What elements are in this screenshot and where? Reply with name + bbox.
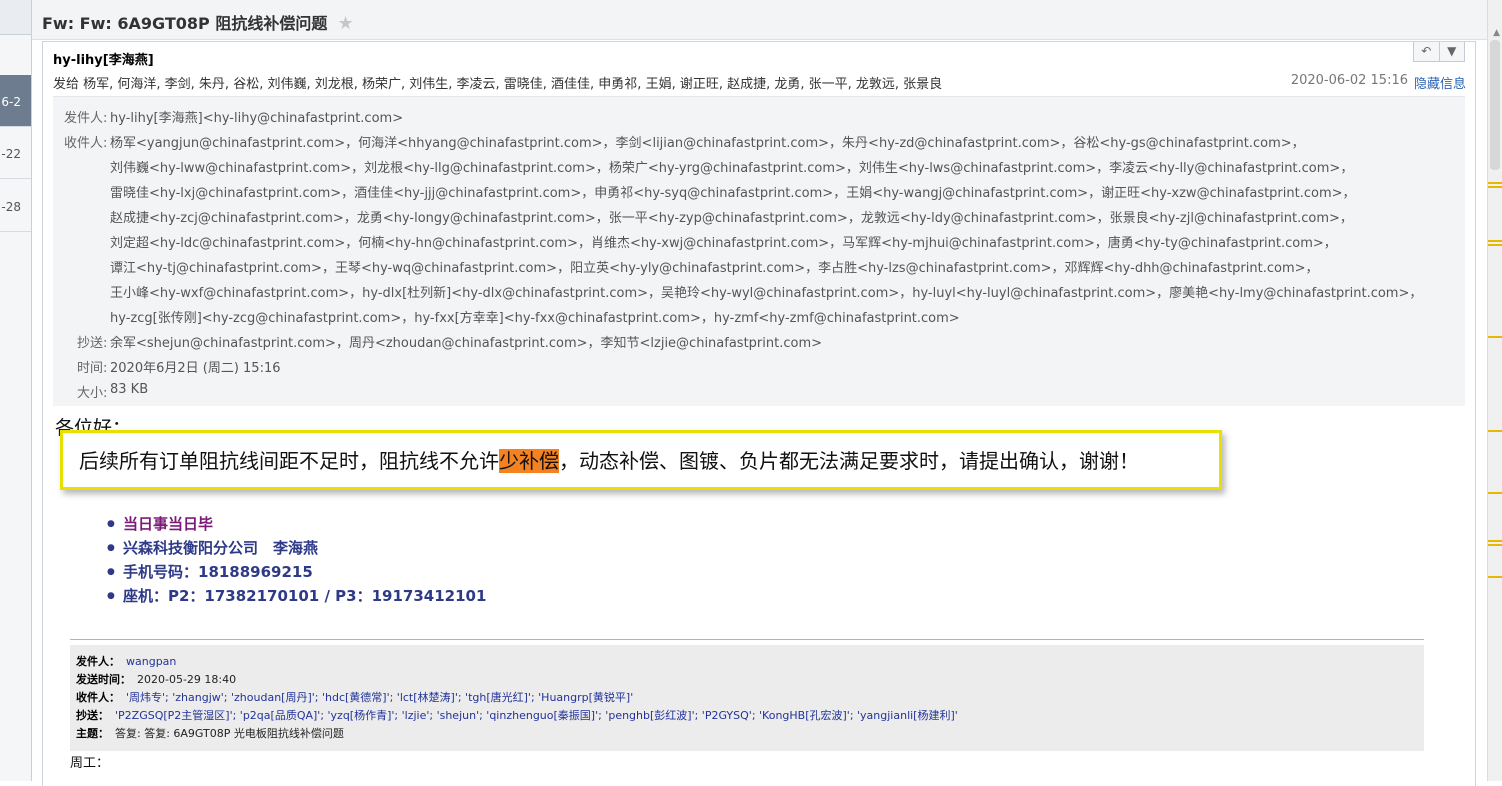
search-hit-marker — [1488, 576, 1502, 578]
notice-box: 后续所有订单阻抗线间距不足时，阻抗线不允许少补偿，动态补偿、图镀、负片都无法满足… — [60, 430, 1222, 490]
message-view: ↶ ▼ hy-lihy[李海燕] 发给 杨军, 何海洋, 李剑, 朱丹, 谷松,… — [42, 41, 1476, 786]
quoted-from-label: 发件人： — [76, 655, 120, 668]
list-item-date: -28 — [1, 200, 21, 214]
size-value: 83 KB — [110, 382, 149, 397]
chevron-down-icon[interactable]: ▼ — [1440, 42, 1465, 61]
quoted-cc-row: 抄送： 'P2ZGSQ[P2主管湿区]'; 'p2qa[品质QA]'; 'yzq[… — [76, 707, 1424, 725]
quoted-subject-label: 主题： — [76, 727, 109, 740]
email-details-panel: 发件人: hy-lihy[李海燕]<hy-lihy@chinafastprint… — [53, 96, 1465, 406]
quoted-cc-value[interactable]: 'P2ZGSQ[P2主管湿区]'; 'p2qa[品质QA]'; 'yzq[杨作青… — [115, 709, 958, 722]
scroll-thumb[interactable] — [1490, 40, 1500, 170]
time-label: 时间: — [77, 361, 108, 376]
list-item-date: 6-2 — [1, 95, 21, 109]
quoted-subject-row: 主题： 答复: 答复: 6A9GT08P 光电板阻抗线补偿问题 — [76, 725, 1424, 743]
sender-name[interactable]: hy-lihy[李海燕] — [53, 49, 154, 68]
search-hit-marker — [1488, 430, 1502, 432]
list-item[interactable]: -28 — [0, 180, 31, 232]
to-line[interactable]: 刘伟巍<hy-lww@chinafastprint.com>，刘龙根<hy-ll… — [110, 157, 1353, 176]
from-value[interactable]: hy-lihy[李海燕]<hy-lihy@chinafastprint.com> — [110, 107, 403, 126]
signature-list: 当日事当日毕 兴森科技衡阳分公司 李海燕 手机号码：18188969215 座机… — [107, 512, 486, 608]
search-hit-marker — [1488, 492, 1502, 494]
quoted-from-value[interactable]: wangpan — [126, 655, 176, 668]
list-item[interactable]: -22 — [0, 127, 31, 179]
search-hit-marker — [1488, 244, 1502, 246]
email-list-panel: 6-2 -22 -28 — [0, 0, 32, 781]
email-title-bar: Fw: Fw: 6A9GT08P 阻抗线补偿问题 ★ — [32, 0, 1487, 40]
quote-divider — [70, 639, 1424, 640]
scroll-up-icon[interactable]: ▲ — [1493, 28, 1500, 38]
to-line[interactable]: hy-zcg[张传刚]<hy-zcg@chinafastprint.com>，h… — [110, 307, 960, 326]
signature-company: 兴森科技衡阳分公司 李海燕 — [107, 536, 486, 560]
search-hit-marker — [1488, 186, 1502, 188]
quoted-to-row: 收件人： '周炜专'; 'zhangjw'; 'zhoudan[周丹]'; 'hd… — [76, 689, 1424, 707]
search-hit-marker — [1488, 240, 1502, 242]
sent-date: 2020-06-02 15:16 — [1290, 73, 1408, 88]
to-label: 收件人: — [64, 136, 108, 151]
list-item-selected[interactable]: 6-2 — [0, 75, 31, 127]
recipients-summary: 发给 杨军, 何海洋, 李剑, 朱丹, 谷松, 刘伟巍, 刘龙根, 杨荣广, 刘… — [53, 77, 943, 92]
quoted-sent-value: 2020-05-29 18:40 — [137, 673, 237, 686]
list-toolbar — [0, 0, 31, 35]
quoted-subject-value: 答复: 答复: 6A9GT08P 光电板阻抗线补偿问题 — [115, 727, 344, 740]
scrollbar[interactable]: ▲ — [1487, 0, 1502, 781]
to-line[interactable]: 雷晓佳<hy-lxj@chinafastprint.com>，酒佳佳<hy-jj… — [110, 182, 1356, 201]
quoted-cc-label: 抄送： — [76, 709, 109, 722]
cc-value[interactable]: 余军<shejun@chinafastprint.com>，周丹<zhoudan… — [110, 332, 822, 351]
from-label: 发件人: — [64, 111, 108, 126]
hide-info-link[interactable]: 隐藏信息 — [1414, 73, 1466, 92]
quoted-to-value[interactable]: '周炜专'; 'zhangjw'; 'zhoudan[周丹]'; 'hdc[黄德… — [126, 691, 633, 704]
to-line[interactable]: 杨军<yangjun@chinafastprint.com>，何海洋<hhyan… — [110, 132, 1305, 151]
time-value: 2020年6月2日 (周二) 15:16 — [110, 361, 281, 376]
to-line[interactable]: 刘定超<hy-ldc@chinafastprint.com>，何楠<hy-hn@… — [110, 232, 1337, 251]
search-hit-marker — [1488, 540, 1502, 542]
quoted-header: 发件人： wangpan 发送时间： 2020-05-29 18:40 收件人： '周… — [70, 645, 1424, 751]
notice-text: 后续所有订单阻抗线间距不足时，阻抗线不允许少补偿，动态补偿、图镀、负片都无法满足… — [79, 445, 1139, 474]
notice-text-after: ，动态补偿、图镀、负片都无法满足要求时，请提出确认，谢谢！ — [559, 449, 1139, 473]
quoted-to-label: 收件人： — [76, 691, 120, 704]
signature-phone: 座机：P2：17382170101 / P3：19173412101 — [107, 584, 486, 608]
quoted-sent-row: 发送时间： 2020-05-29 18:40 — [76, 671, 1424, 689]
quoted-from-row: 发件人： wangpan — [76, 653, 1424, 671]
size-label: 大小: — [77, 386, 108, 401]
quoted-closing: 周工： — [70, 756, 110, 771]
star-icon[interactable]: ★ — [337, 13, 353, 34]
to-line[interactable]: 赵成捷<hy-zcj@chinafastprint.com>，龙勇<hy-lon… — [110, 207, 1353, 226]
notice-highlight: 少补偿 — [499, 449, 559, 473]
to-line[interactable]: 谭江<hy-tj@chinafastprint.com>，王琴<hy-wq@ch… — [110, 257, 1319, 276]
cc-label: 抄送: — [77, 336, 108, 351]
to-line[interactable]: 王小峰<hy-wxf@chinafastprint.com>，hy-dlx[杜列… — [110, 282, 1422, 301]
list-item-date: -22 — [1, 147, 21, 161]
reply-icon[interactable]: ↶ — [1414, 42, 1440, 61]
signature-mobile: 手机号码：18188969215 — [107, 560, 486, 584]
signature-motto: 当日事当日毕 — [107, 512, 486, 536]
quoted-sent-label: 发送时间： — [76, 673, 131, 686]
search-hit-marker — [1488, 182, 1502, 184]
email-subject: Fw: Fw: 6A9GT08P 阻抗线补偿问题 — [42, 14, 328, 33]
search-hit-marker — [1488, 544, 1502, 546]
search-hit-marker — [1488, 336, 1502, 338]
notice-text-before: 后续所有订单阻抗线间距不足时，阻抗线不允许 — [79, 449, 499, 473]
reply-button-group[interactable]: ↶ ▼ — [1413, 42, 1465, 62]
